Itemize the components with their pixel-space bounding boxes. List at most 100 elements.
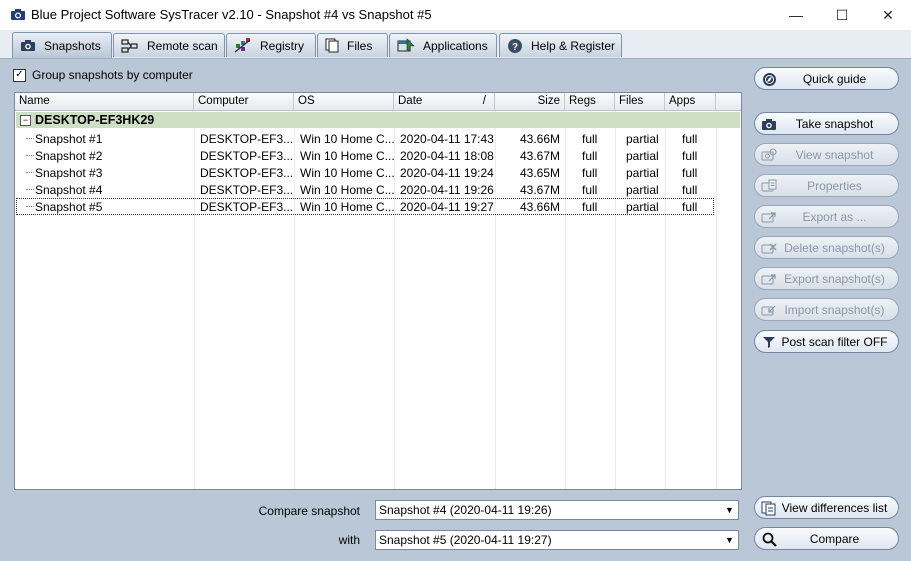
cell-files: partial bbox=[626, 199, 659, 214]
cell-computer: DESKTOP-EF3... bbox=[200, 131, 294, 146]
cell-os: Win 10 Home C... bbox=[300, 131, 395, 146]
export-icon bbox=[761, 273, 776, 284]
list-header: Name Computer OS Date / Size Regs Files … bbox=[15, 93, 741, 111]
filter-icon bbox=[763, 337, 775, 348]
cell-date: 2020-04-11 17:43 bbox=[400, 131, 494, 146]
export-snapshots-button[interactable]: Export snapshot(s) bbox=[754, 267, 899, 290]
tab-applications[interactable]: Applications bbox=[389, 33, 497, 57]
column-header-os[interactable]: OS bbox=[294, 93, 394, 110]
cell-apps: full bbox=[682, 165, 698, 180]
snapshot-row-5[interactable]: Snapshot #5 DESKTOP-EF3... Win 10 Home C… bbox=[16, 198, 714, 215]
column-header-regs[interactable]: Regs bbox=[565, 93, 615, 110]
snapshot-row-2[interactable]: Snapshot #2 DESKTOP-EF3... Win 10 Home C… bbox=[16, 147, 717, 164]
chevron-down-icon[interactable]: ▼ bbox=[722, 502, 737, 518]
tab-remote-scan[interactable]: Remote scan bbox=[113, 33, 225, 57]
column-header-date[interactable]: Date / bbox=[394, 93, 495, 110]
take-snapshot-button[interactable]: Take snapshot bbox=[754, 112, 899, 135]
tree-connector bbox=[26, 155, 34, 156]
snapshot-row-4[interactable]: Snapshot #4 DESKTOP-EF3... Win 10 Home C… bbox=[16, 181, 717, 198]
tab-label: Help & Register bbox=[531, 38, 616, 53]
snapshot-row-3[interactable]: Snapshot #3 DESKTOP-EF3... Win 10 Home C… bbox=[16, 164, 717, 181]
with-snapshot-select[interactable]: Snapshot #5 (2020-04-11 19:27) ▼ bbox=[375, 530, 739, 550]
compare-button[interactable]: Compare bbox=[754, 527, 899, 550]
with-label: with bbox=[338, 533, 360, 547]
properties-button[interactable]: Properties bbox=[754, 174, 899, 197]
sort-indicator-icon: / bbox=[482, 95, 486, 107]
cell-regs: full bbox=[582, 165, 598, 180]
cell-apps: full bbox=[682, 182, 698, 197]
cell-files: partial bbox=[626, 148, 659, 163]
camera-icon bbox=[762, 118, 776, 130]
cell-size: 43.66M bbox=[519, 131, 560, 146]
view-snapshot-button[interactable]: View snapshot bbox=[754, 143, 899, 166]
tab-label: Remote scan bbox=[147, 38, 218, 53]
chevron-down-icon[interactable]: ▼ bbox=[722, 532, 737, 548]
column-header-name[interactable]: Name bbox=[15, 93, 194, 110]
cell-apps: full bbox=[682, 199, 698, 214]
checkbox-box[interactable]: ✓ bbox=[13, 68, 26, 82]
cell-name: Snapshot #5 bbox=[35, 199, 103, 214]
computer-group-name: DESKTOP-EF3HK29 bbox=[35, 113, 155, 127]
cell-size: 43.65M bbox=[519, 165, 560, 180]
snapshot-row-1[interactable]: Snapshot #1 DESKTOP-EF3... Win 10 Home C… bbox=[16, 130, 717, 147]
cell-files: partial bbox=[626, 182, 659, 197]
cell-regs: full bbox=[582, 131, 598, 146]
cell-date: 2020-04-11 19:26 bbox=[400, 182, 494, 197]
computer-group-row[interactable]: − DESKTOP-EF3HK29 bbox=[16, 112, 740, 128]
column-header-size[interactable]: Size bbox=[495, 93, 565, 110]
view-differences-button[interactable]: View differences list bbox=[754, 496, 899, 519]
column-header-computer[interactable]: Computer bbox=[194, 93, 294, 110]
cell-name: Snapshot #3 bbox=[35, 165, 103, 180]
cell-files: partial bbox=[626, 165, 659, 180]
cell-name: Snapshot #4 bbox=[35, 182, 103, 197]
compare-snapshot-value: Snapshot #4 (2020-04-11 19:26) bbox=[379, 503, 552, 517]
column-header-date-label: Date bbox=[398, 95, 423, 107]
minimize-icon: — bbox=[789, 7, 803, 23]
compare-snapshot-select[interactable]: Snapshot #4 (2020-04-11 19:26) ▼ bbox=[375, 500, 739, 520]
cell-size: 43.67M bbox=[519, 182, 560, 197]
compare-snapshot-label: Compare snapshot bbox=[258, 504, 360, 518]
export-icon bbox=[761, 211, 776, 222]
cell-apps: full bbox=[682, 148, 698, 163]
tree-connector bbox=[26, 189, 34, 190]
group-by-computer-checkbox[interactable]: ✓ Group snapshots by computer bbox=[13, 68, 193, 82]
tab-snapshots[interactable]: Snapshots bbox=[12, 32, 112, 58]
cell-files: partial bbox=[626, 131, 659, 146]
cell-size: 43.67M bbox=[519, 148, 560, 163]
quick-guide-button[interactable]: Quick guide bbox=[754, 67, 899, 90]
camera-icon bbox=[11, 9, 25, 20]
window-title: Blue Project Software SysTracer v2.10 - … bbox=[31, 7, 432, 22]
column-header-apps[interactable]: Apps bbox=[665, 93, 716, 110]
view-icon bbox=[761, 148, 777, 160]
tab-registry[interactable]: Registry bbox=[226, 33, 316, 57]
tree-connector bbox=[26, 138, 34, 139]
post-scan-filter-button[interactable]: Post scan filter OFF bbox=[754, 330, 899, 353]
cell-regs: full bbox=[582, 199, 598, 214]
tab-help-register[interactable]: ? Help & Register bbox=[499, 33, 622, 57]
tab-label: Snapshots bbox=[44, 38, 101, 53]
column-header-files[interactable]: Files bbox=[615, 93, 665, 110]
help-icon: ? bbox=[508, 38, 522, 53]
camera-icon bbox=[21, 40, 35, 51]
import-snapshots-button[interactable]: Import snapshot(s) bbox=[754, 298, 899, 321]
cell-computer: DESKTOP-EF3... bbox=[200, 199, 294, 214]
import-icon bbox=[761, 305, 776, 315]
applications-icon bbox=[397, 38, 415, 52]
minimize-button[interactable]: — bbox=[773, 0, 819, 30]
svg-text:?: ? bbox=[512, 42, 518, 53]
cell-name: Snapshot #2 bbox=[35, 148, 103, 163]
tab-files[interactable]: Files bbox=[317, 33, 388, 57]
collapse-icon[interactable]: − bbox=[20, 114, 31, 126]
snapshot-list[interactable]: Name Computer OS Date / Size Regs Files … bbox=[14, 92, 742, 490]
cell-os: Win 10 Home C... bbox=[300, 165, 395, 180]
maximize-button[interactable]: ☐ bbox=[819, 0, 865, 30]
files-icon bbox=[325, 38, 339, 53]
checkbox-label: Group snapshots by computer bbox=[32, 68, 193, 82]
close-button[interactable]: ✕ bbox=[865, 0, 911, 30]
export-as-button[interactable]: Export as ... bbox=[754, 205, 899, 228]
properties-icon bbox=[761, 179, 777, 191]
network-icon bbox=[121, 38, 138, 53]
tab-label: Registry bbox=[260, 38, 305, 53]
delete-snapshots-button[interactable]: Delete snapshot(s) bbox=[754, 236, 899, 259]
close-icon: ✕ bbox=[882, 6, 894, 23]
